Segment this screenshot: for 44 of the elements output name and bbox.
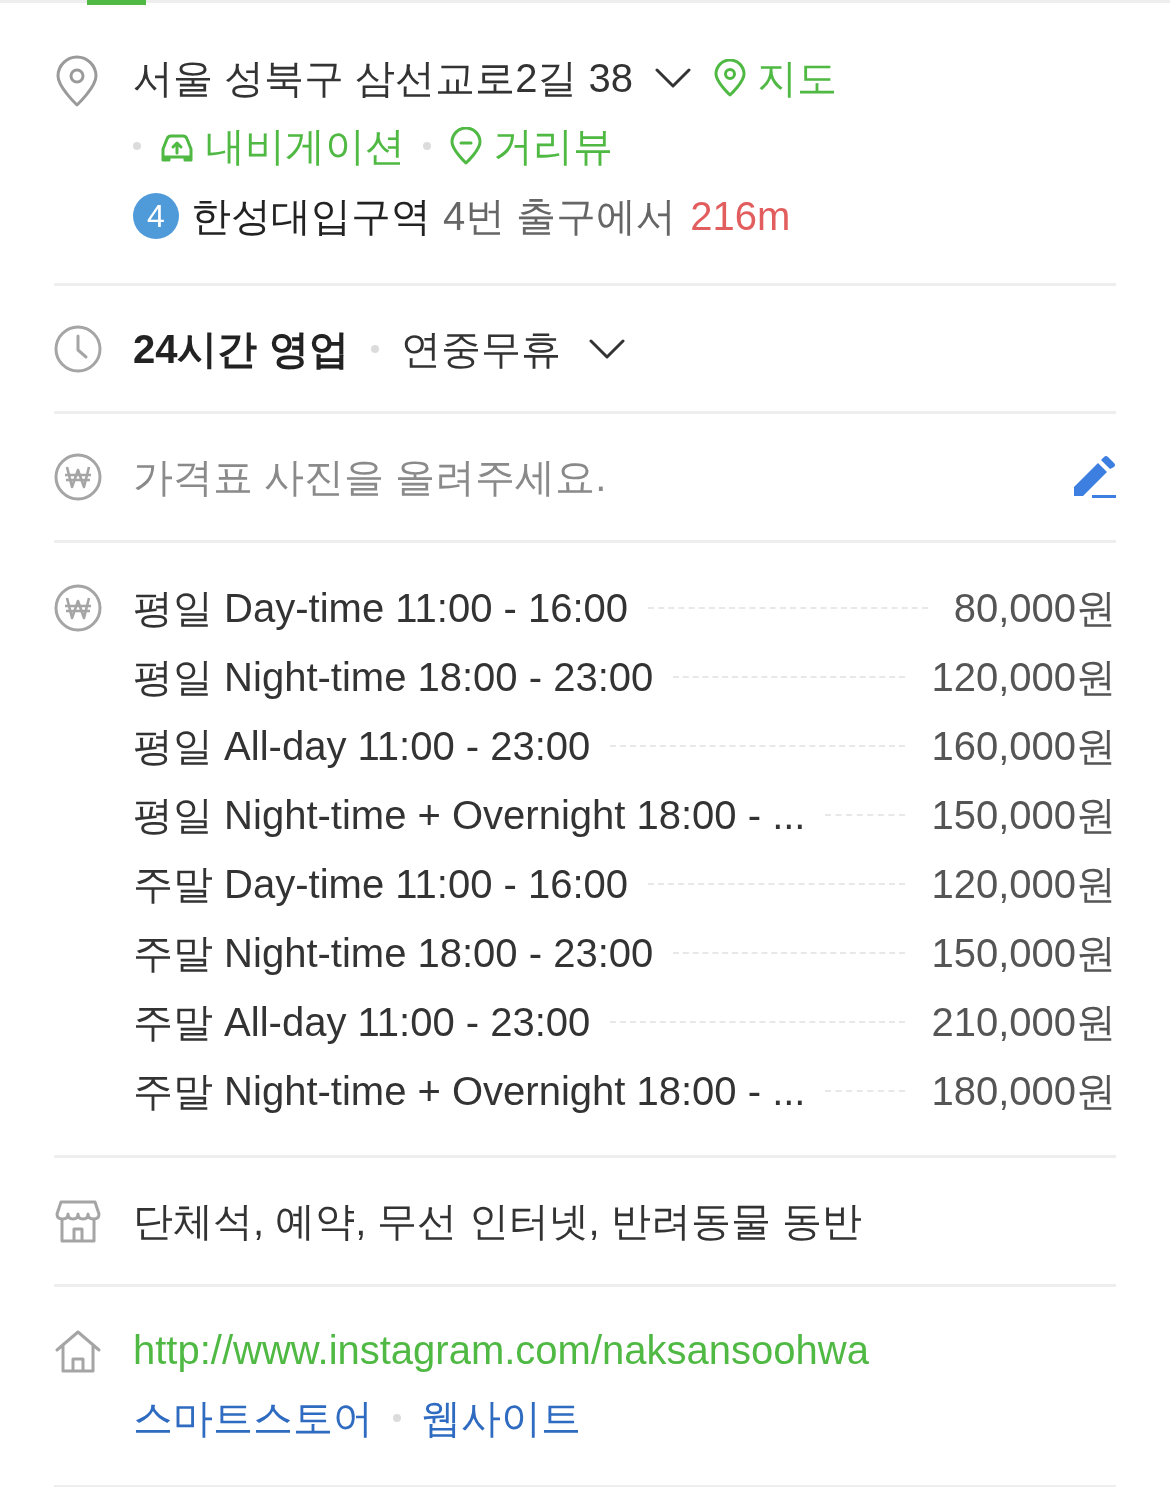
business-hours: 24시간 영업 [133,325,349,373]
web-link[interactable]: 스마트스토어 [133,1388,373,1448]
price-item-name: 평일 Night-time 18:00 - 23:00 [133,653,654,701]
price-item-name: 평일 Day-time 11:00 - 16:00 [133,584,629,632]
price-item-name: 주말 Day-time 11:00 - 16:00 [133,860,629,908]
subway-exit: 4번 출구에서 [443,193,677,240]
store-icon [54,1198,102,1244]
map-link[interactable]: 지도 [713,48,838,108]
price-photo-prompt: 가격표 사진을 올려주세요. [133,454,607,501]
address-text: 서울 성북구 삼선교로2길 38 [133,55,634,102]
web-link[interactable]: 웹사이트 [421,1388,581,1448]
subway-station: 한성대입구역 [191,193,431,240]
website-url-link[interactable]: http://www.instagram.com/naksansoohwa [133,1320,869,1380]
chevron-down-icon[interactable] [588,338,625,359]
price-value: 150,000원 [931,929,1116,977]
location-pin-icon [54,55,100,107]
amenities-text: 단체석, 예약, 무선 인터넷, 반려동물 동반 [133,1199,862,1243]
location-pin-icon [713,59,748,97]
won-coin-icon [54,584,102,632]
price-value: 120,000원 [931,860,1116,908]
price-value: 160,000원 [931,722,1116,770]
walking-distance: 216m [690,193,791,240]
edit-button[interactable] [1072,456,1116,498]
price-item-name: 평일 Night-time + Overnight 18:00 - ... [133,791,806,839]
price-item-name: 주말 Night-time 18:00 - 23:00 [133,929,654,977]
price-value: 150,000원 [931,791,1116,839]
price-value: 210,000원 [931,998,1116,1046]
subway-line-badge: 4 [133,193,179,239]
chevron-down-icon[interactable] [655,68,692,88]
street-view-link[interactable]: 거리뷰 [449,116,613,176]
price-item-name: 주말 Night-time + Overnight 18:00 - ... [133,1067,806,1115]
home-icon [54,1329,102,1373]
navigation-link[interactable]: 내비게이션 [159,116,405,176]
price-value: 180,000원 [931,1067,1116,1115]
pencil-icon [1072,456,1116,498]
location-pin-icon [449,127,483,165]
price-value: 120,000원 [931,653,1116,701]
clock-icon [54,324,102,373]
price-item-name: 주말 All-day 11:00 - 23:00 [133,998,591,1046]
won-coin-icon [54,453,102,501]
holiday-note: 연중무휴 [400,325,561,373]
price-item-name: 평일 All-day 11:00 - 23:00 [133,722,591,770]
tab-underline [87,0,146,5]
price-value: 80,000원 [953,584,1116,632]
